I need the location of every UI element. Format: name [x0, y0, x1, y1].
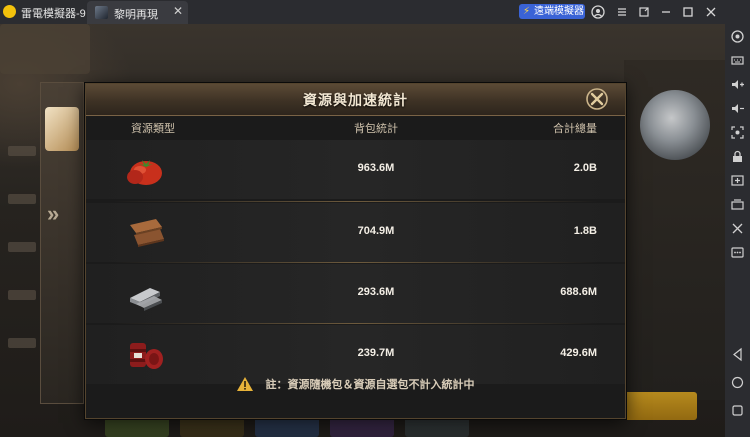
more-icon[interactable] [729, 244, 746, 261]
table-row: 293.6M 688.6M [86, 264, 625, 323]
remote-emulator-button[interactable]: ⚡ 遠端模擬器 [519, 4, 585, 19]
volume-down-icon[interactable] [729, 100, 746, 117]
tab-close-icon[interactable]: ✕ [173, 4, 183, 18]
resource-statistics-dialog: 資源與加速統計 資源類型 背包統計 合計總量 963.6M 2.0B 704.9… [85, 83, 626, 419]
multi-instance-icon[interactable] [729, 196, 746, 213]
tab-game[interactable]: 黎明再現 ✕ [87, 1, 188, 24]
row-divider [113, 262, 598, 263]
emulator-side-toolbar [725, 24, 750, 437]
game-viewport[interactable]: » 資源與加速統計 資源類型 背包統計 合計總量 963.6M 2.0B 704… [0, 24, 725, 437]
recents-icon[interactable] [729, 402, 746, 419]
minimize-icon[interactable] [658, 4, 674, 20]
lightning-icon: ⚡ [523, 6, 531, 17]
total-value: 688.6M [560, 286, 597, 298]
row-divider [113, 323, 598, 324]
table-header: 資源類型 背包統計 合計總量 [86, 118, 625, 140]
steel-ingot-icon [130, 288, 162, 311]
background-text [8, 338, 36, 348]
back-icon[interactable] [729, 346, 746, 363]
dialog-header: 資源與加速統計 [86, 84, 625, 116]
background-panel [0, 24, 90, 74]
keyboard-icon[interactable] [729, 52, 746, 69]
emulator-logo-icon [3, 5, 16, 18]
app-title: 雷電模擬器-9 [21, 8, 86, 20]
bag-value: 293.6M [357, 286, 395, 298]
remote-emulator-label: 遠端模擬器 [534, 6, 584, 17]
background-text [8, 194, 36, 204]
close-x-icon [586, 88, 608, 110]
game-app-icon [95, 6, 108, 19]
maximize-icon[interactable] [680, 4, 696, 20]
warning-icon [237, 377, 254, 391]
total-value: 429.6M [560, 347, 597, 359]
dialog-title: 資源與加速統計 [303, 92, 408, 108]
column-header-type: 資源類型 [131, 123, 175, 135]
double-chevron-right-icon[interactable]: » [47, 201, 59, 227]
settings-icon[interactable] [729, 28, 746, 45]
tomato-food-icon [127, 160, 162, 185]
bag-value: 239.7M [357, 347, 395, 359]
bag-value: 963.6M [357, 162, 395, 174]
table-row: 963.6M 2.0B [86, 140, 625, 199]
scissors-icon[interactable] [729, 220, 746, 237]
screenshot-icon[interactable] [729, 124, 746, 141]
wood-planks-icon [130, 219, 164, 247]
dialog-footnote: 註：資源隨機包＆資源自選包不計入統計中 [86, 376, 625, 406]
tab-label: 黎明再現 [114, 9, 158, 21]
menu-icon[interactable] [614, 4, 630, 20]
bag-value: 704.9M [357, 225, 395, 237]
total-value: 1.8B [573, 225, 597, 237]
side-event-strip: » [40, 82, 84, 404]
oil-barrel-icon [130, 343, 163, 369]
event-card-icon[interactable] [45, 107, 79, 151]
lock-icon[interactable] [729, 148, 746, 165]
footnote-text: 註：資源隨機包＆資源自選包不計入統計中 [265, 379, 475, 391]
home-icon[interactable] [729, 374, 746, 391]
column-header-bag: 背包統計 [354, 123, 398, 135]
dialog-close-button[interactable] [585, 87, 609, 111]
table-row: 704.9M 1.8B [86, 203, 625, 262]
account-icon[interactable] [590, 4, 606, 20]
background-globe-image [640, 90, 710, 160]
emulator-title-bar: 雷電模擬器-9 黎明再現 ✕ ⚡ 遠端模擬器 [0, 0, 750, 24]
column-header-total: 合計總量 [553, 123, 597, 135]
background-text [8, 146, 36, 156]
row-divider [113, 201, 598, 202]
restore-icon[interactable] [636, 4, 652, 20]
total-value: 2.0B [573, 162, 597, 174]
background-text [8, 290, 36, 300]
background-text [8, 242, 36, 252]
volume-up-icon[interactable] [729, 76, 746, 93]
close-icon[interactable] [703, 4, 719, 20]
add-window-icon[interactable] [729, 172, 746, 189]
